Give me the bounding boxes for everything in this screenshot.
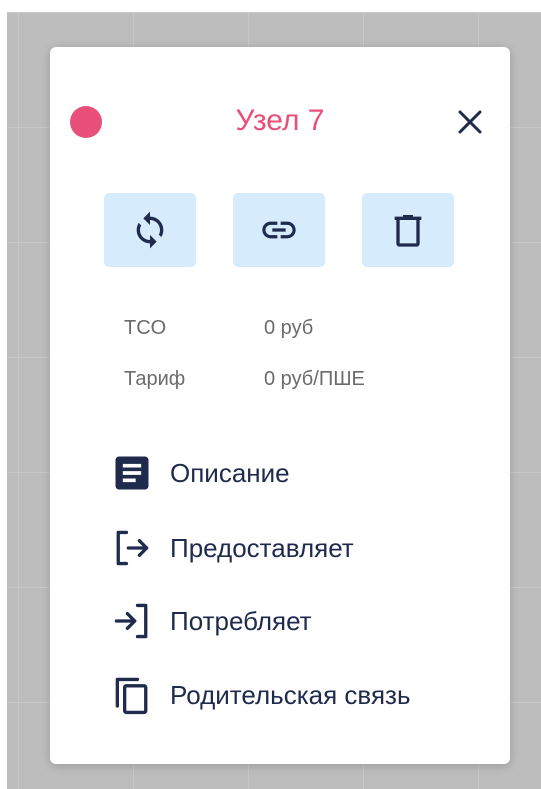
- sync-icon: [136, 211, 164, 249]
- menu-item-label: Предоставляет: [170, 532, 354, 563]
- menu-item-label: Родительская связь: [170, 679, 411, 710]
- menu-item-parent-link[interactable]: Родительская связь: [108, 671, 488, 719]
- link-button[interactable]: [233, 193, 325, 267]
- menu-item-label: Описание: [170, 457, 290, 488]
- tariff-label: Тариф: [124, 368, 186, 390]
- menu-item-description[interactable]: Описание: [108, 449, 488, 497]
- menu-item-consumes[interactable]: Потребляет: [108, 597, 488, 645]
- close-icon: [458, 110, 482, 134]
- consumes-icon: [114, 603, 148, 639]
- trash-icon: [394, 215, 422, 247]
- refresh-button[interactable]: [104, 193, 196, 267]
- tariff-value: 0 руб/ПШЕ: [264, 368, 365, 390]
- menu-item-provides[interactable]: Предоставляет: [108, 524, 488, 572]
- parent-link-icon: [115, 677, 148, 715]
- node-title: Узел 7: [235, 104, 325, 137]
- node-details-panel: Узел 7 TCO 0 руб Тариф 0 руб/ПШЕ Описани…: [50, 47, 510, 764]
- link-icon: [262, 221, 296, 239]
- tco-value: 0 руб: [264, 317, 314, 339]
- description-icon: [115, 456, 149, 490]
- delete-button[interactable]: [362, 193, 454, 267]
- menu-item-label: Потребляет: [170, 605, 312, 636]
- provides-icon: [116, 530, 149, 566]
- tco-label: TCO: [124, 317, 167, 339]
- close-button[interactable]: [450, 102, 490, 142]
